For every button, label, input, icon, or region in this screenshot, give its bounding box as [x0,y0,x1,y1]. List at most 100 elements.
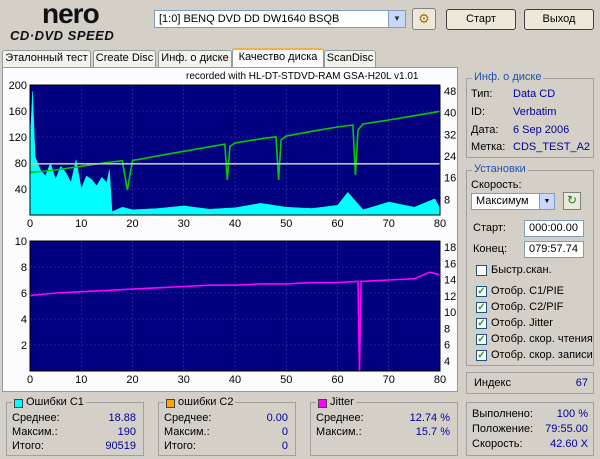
y-left-tick-label: 8 [21,262,27,274]
logo-bottom-text: CD·DVD SPEED [10,28,115,43]
jitter-color-swatch [318,399,327,408]
chevron-down-icon[interactable]: ▼ [388,11,405,27]
nero-logo: nero CD·DVD SPEED [6,0,146,43]
progress-done-label: Выполнено: [472,408,533,420]
x-tick-label: 10 [75,218,87,230]
c2-total-value: 0 [281,440,288,452]
show-read-speed-checkbox[interactable]: ✓ [476,334,487,345]
settings-title: Установки [472,163,528,175]
tab-disc-quality[interactable]: Качество диска [232,48,324,68]
y-left-tick-label: 2 [21,340,27,352]
index-value: 67 [575,377,588,389]
disc-info-title: Инф. о диске [472,71,544,83]
show-write-speed-label: Отобр. скор. записи [491,349,593,361]
x-tick-label: 60 [331,374,343,386]
drive-select[interactable]: [1:0] BENQ DVD DD DW1640 BSQB ▼ [154,10,406,28]
c1-avg-value: 18.88 [108,412,136,424]
end-time-value: 079:57.74 [529,243,578,255]
show-jitter-label: Отобр. Jitter [491,317,553,329]
y-right-tick-label: 48 [444,86,456,98]
x-tick-label: 80 [434,374,446,386]
start-button[interactable]: Старт [446,9,516,30]
quick-scan-checkbox[interactable] [476,265,487,276]
y-left-tick-label: 40 [15,184,27,196]
y-left-tick-label: 10 [15,236,27,248]
exit-button[interactable]: Выход [524,9,594,30]
logo-top-text: nero [42,0,100,29]
y-left-tick-label: 120 [9,132,27,144]
disc-mark-label: Метка: [471,141,506,153]
y-right-tick-label: 8 [444,323,450,335]
y-right-tick-label: 18 [444,242,456,254]
x-tick-label: 60 [331,218,343,230]
y-left-tick-label: 80 [15,158,27,170]
show-jitter-checkbox[interactable]: ✓ [476,318,487,329]
start-time-label: Старт: [473,222,506,234]
show-read-speed-label: Отобр. скор. чтения [491,333,593,345]
tab-benchmark[interactable]: Эталонный тест [2,50,91,67]
y-left-tick-label: 6 [21,288,27,300]
progress-speed-label: Скорость: [472,438,523,450]
x-tick-label: 50 [280,218,292,230]
y-right-tick-label: 12 [444,291,456,303]
disc-mark-value: CDS_TEST_A2 [513,141,591,153]
c1-total-label: Итого: [12,440,44,452]
x-tick-label: 70 [383,374,395,386]
c1-avg-label: Среднее: [12,412,60,424]
c2-max-value: 0 [281,426,288,438]
disc-date-value: 6 Sep 2006 [513,124,570,136]
y-right-tick-label: 24 [444,151,456,163]
speed-select-value: Максимум [476,195,529,207]
c1-stats-title: Ошибки C1 [12,396,86,408]
show-write-speed-checkbox[interactable]: ✓ [476,350,487,361]
c1-max-label: Максим.: [12,426,58,438]
c1-color-swatch [14,399,23,408]
show-c2-checkbox[interactable]: ✓ [476,302,487,313]
quick-scan-label: Быстр.скан. [491,264,552,276]
x-tick-label: 20 [126,374,138,386]
y-right-tick-label: 16 [444,173,456,185]
y-left-tick-label: 200 [9,80,27,92]
speed-label: Скорость: [471,179,522,191]
x-tick-label: 30 [178,374,190,386]
tab-scandisc[interactable]: ScanDisc [324,50,376,67]
progress-speed-value: 42.60 X [550,438,588,450]
y-left-tick-label: 4 [21,314,27,326]
disc-id-label: ID: [471,106,486,118]
disc-type-label: Тип: [471,88,493,100]
jitter-chart: 0 10 20 30 40 50 60 70 80 10 8 6 4 2 18 16 14 12 10 8 6 4 [15,236,457,386]
jitter-avg-label: Среднее: [316,412,364,424]
disc-date-label: Дата: [471,124,499,136]
tab-disc-info[interactable]: Инф. о диске [158,50,232,67]
x-tick-label: 40 [229,374,241,386]
drive-select-value: [1:0] BENQ DVD DD DW1640 BSQB [159,13,340,25]
chevron-down-icon[interactable]: ▼ [539,194,554,209]
y-right-tick-label: 10 [444,307,456,319]
c2-max-label: Максим.: [164,426,210,438]
disc-type-value: Data CD [513,88,556,100]
c2-avg-value: 0.00 [266,412,288,424]
y-right-tick-label: 14 [444,275,456,287]
start-time-input[interactable]: 000:00.00 [524,220,584,237]
error-rate-chart: 0 10 20 30 40 50 60 70 80 200 160 120 80 40 48 40 32 24 16… [9,80,457,230]
end-time-input[interactable]: 079:57.74 [524,241,584,258]
eject-settings-icon[interactable]: ⚙ [412,8,436,30]
c1-max-value: 190 [117,426,136,438]
start-button-label: Старт [466,13,496,25]
show-c2-label: Отобр. C2/PIF [491,301,564,313]
disc-id-value: Verbatim [513,106,557,118]
y-right-tick-label: 8 [444,194,450,206]
jitter-avg-value: 12.74 % [409,412,450,424]
progress-position-value: 79:55.00 [545,423,588,435]
refresh-icon[interactable]: ↻ [563,192,581,210]
index-label: Индекс [474,377,511,389]
y-left-tick-label: 160 [9,106,27,118]
exit-button-label: Выход [542,13,576,25]
x-tick-label: 50 [280,374,292,386]
show-c1-checkbox[interactable]: ✓ [476,286,487,297]
y-right-tick-label: 4 [444,356,450,368]
end-time-label: Конец: [473,243,508,255]
x-tick-label: 80 [434,218,446,230]
tab-create-disc[interactable]: Create Disc [93,50,156,67]
speed-select[interactable]: Максимум ▼ [471,193,555,210]
